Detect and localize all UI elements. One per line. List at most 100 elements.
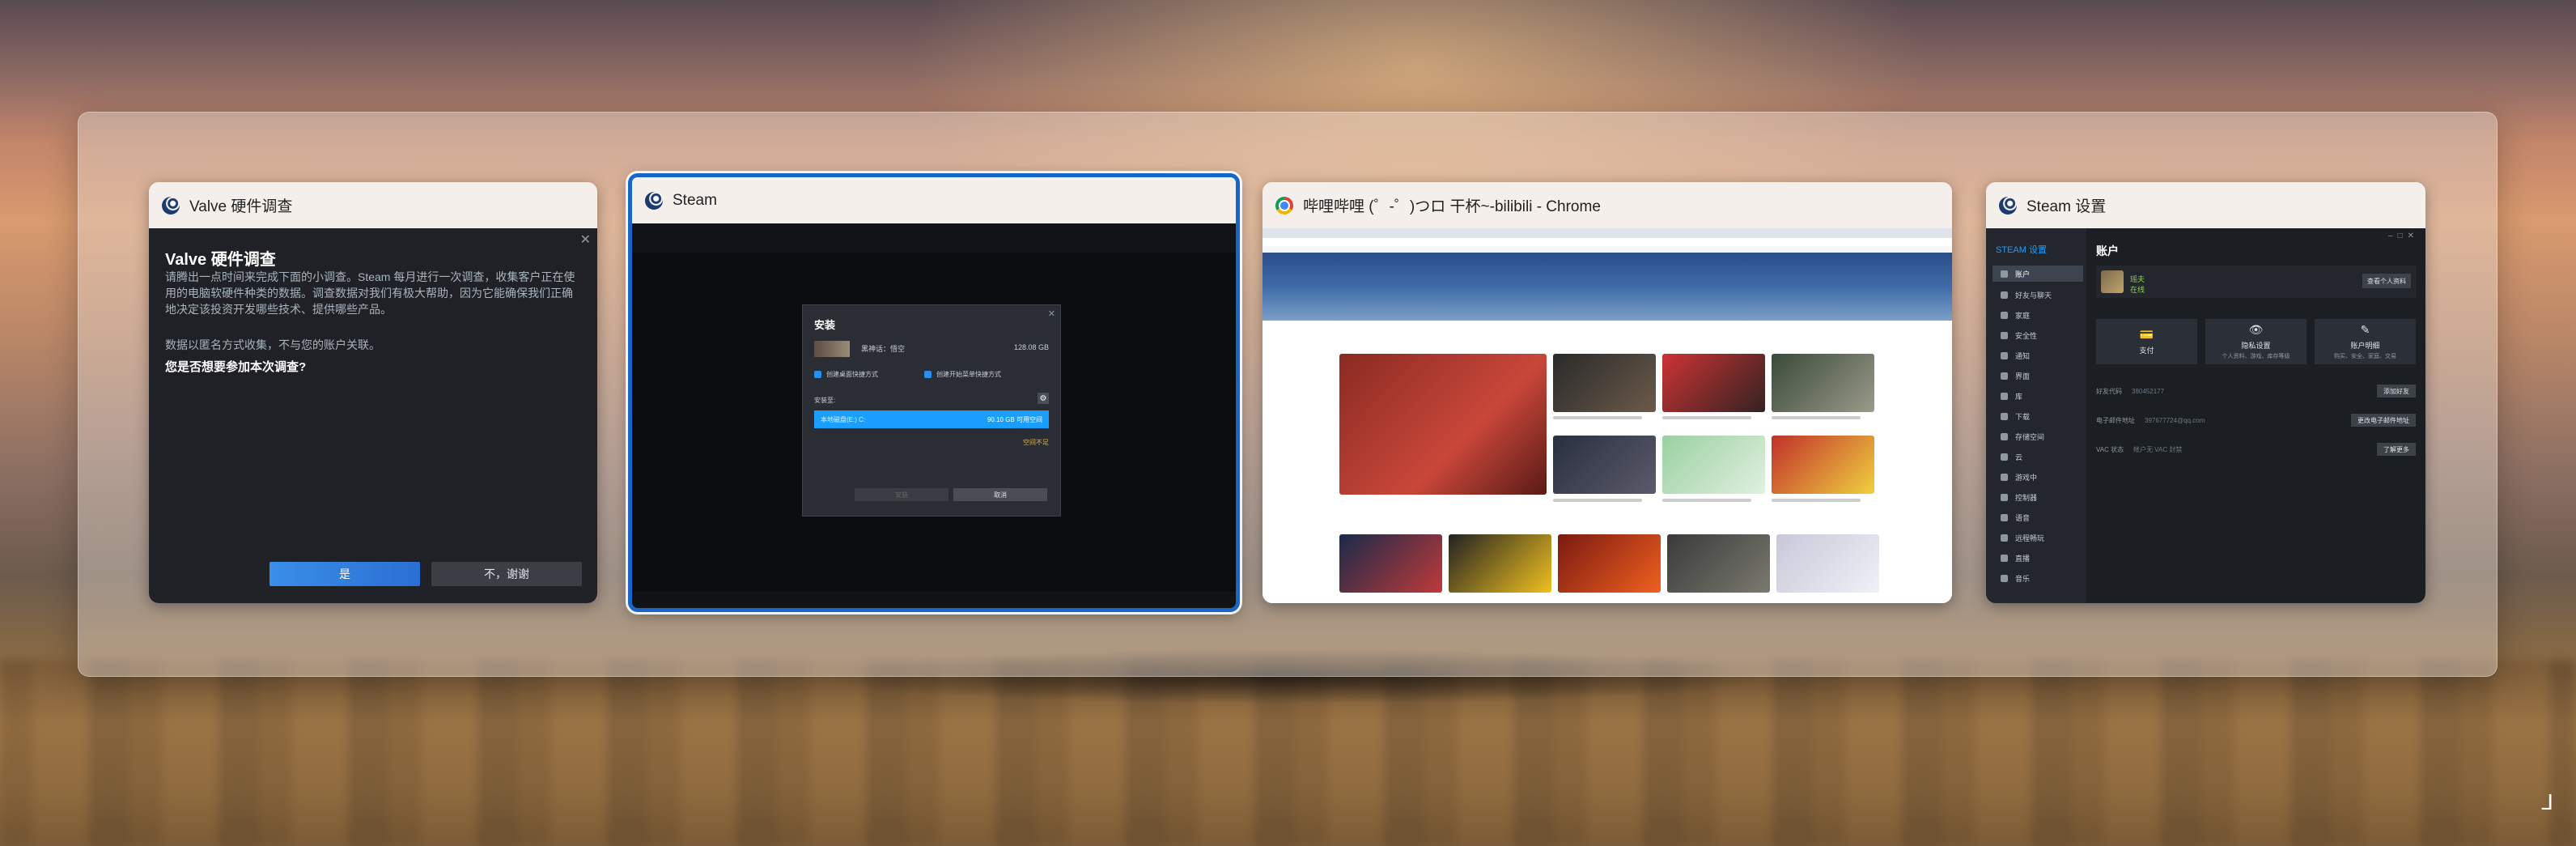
survey-anonymous-note: 数据以匿名方式收集，不与您的账户关联。	[165, 338, 380, 351]
survey-heading: Valve 硬件调查	[165, 251, 276, 269]
card-icon: 💳	[2139, 328, 2154, 341]
corner-glyph: ⅃	[2541, 790, 2554, 814]
game-name: 黑神话：悟空	[861, 345, 906, 353]
tile-sub: 购买、安全、家庭、交易	[2334, 354, 2396, 359]
drive-select[interactable]: 本地磁盘(E:) C: 90.10 GB 可用空间	[814, 410, 1049, 428]
video-thumbnail[interactable]	[1553, 354, 1656, 412]
sidebar-item-library[interactable]: 库	[1992, 388, 2083, 404]
window-titlebar[interactable]: Valve 硬件调查	[149, 182, 597, 228]
sidebar-item-family[interactable]: 家庭	[1992, 307, 2083, 323]
window-title: 哔哩哔哩 (゜-゜)つロ 干杯~-bilibili - Chrome	[1303, 198, 1601, 215]
add-friend-button[interactable]: 添加好友	[2377, 385, 2416, 397]
sidebar-item-friends[interactable]: 好友与聊天	[1992, 287, 2083, 303]
video-caption	[1662, 499, 1751, 502]
gear-icon[interactable]: ⚙	[1038, 393, 1049, 404]
video-thumbnail[interactable]	[1772, 354, 1874, 412]
video-thumbnail[interactable]	[1553, 436, 1656, 494]
sidebar-item-music[interactable]: 音乐	[1992, 570, 2083, 586]
steam-icon	[1999, 196, 2017, 215]
privacy-tile[interactable]: 👁 隐私设置 个人资料、游戏、库存等级	[2205, 319, 2307, 364]
window-titlebar[interactable]: 哔哩哔哩 (゜-゜)つロ 干杯~-bilibili - Chrome	[1263, 182, 1952, 228]
change-email-button[interactable]: 更改电子邮件地址	[2351, 414, 2416, 427]
steam-bottombar	[632, 592, 1236, 608]
window-steam[interactable]: Steam ✕ 安装 黑神话：悟空 128.08 GB 创建桌面快捷方式 创建开…	[628, 173, 1240, 612]
sidebar-item-interface[interactable]: 界面	[1992, 368, 2083, 384]
window-titlebar[interactable]: Steam	[632, 177, 1236, 223]
featured-video-thumbnail[interactable]	[1339, 354, 1547, 495]
browser-tab-strip[interactable]	[1263, 228, 1952, 238]
window-title: Valve 硬件调查	[189, 198, 293, 215]
video-thumbnail[interactable]	[1449, 534, 1551, 593]
install-location-label: 安装至:	[814, 397, 836, 404]
start-menu-shortcut-checkbox[interactable]: 创建开始菜单快捷方式	[924, 370, 1001, 379]
checkbox-checked-icon	[924, 371, 932, 378]
install-button[interactable]: 安装	[855, 488, 948, 501]
video-thumbnail[interactable]	[1662, 436, 1765, 494]
sidebar-item-ingame[interactable]: 游戏中	[1992, 469, 2083, 485]
profile-name: 瑶夫 在线	[2130, 274, 2145, 295]
cancel-button[interactable]: 取消	[953, 488, 1047, 501]
account-tiles: 💳 支付 👁 隐私设置 个人资料、游戏、库存等级 ✎ 账户明细 购买、安全、家庭…	[2096, 319, 2416, 364]
sidebar-item-broadcast[interactable]: 直播	[1992, 550, 2083, 566]
window-chrome-bilibili[interactable]: 哔哩哔哩 (゜-゜)つロ 干杯~-bilibili - Chrome	[1263, 182, 1952, 603]
steam-icon	[645, 191, 663, 210]
row-value: 397677724@qq.com	[2145, 416, 2205, 424]
section-title: 账户	[2096, 244, 2119, 257]
profile-card: 瑶夫 在线 查看个人资料	[2096, 266, 2416, 298]
close-icon[interactable]: ✕	[580, 232, 591, 248]
sidebar-item-storage[interactable]: 存储空间	[1992, 428, 2083, 444]
avatar	[2101, 270, 2124, 293]
row-label: 电子邮件地址	[2096, 416, 2135, 424]
chrome-icon	[1275, 196, 1293, 215]
pencil-icon: ✎	[2360, 323, 2370, 336]
sidebar-item-voice[interactable]: 语音	[1992, 509, 2083, 525]
sidebar-item-account[interactable]: 账户	[1992, 266, 2083, 282]
video-thumbnail[interactable]	[1558, 534, 1661, 593]
video-thumbnail[interactable]	[1339, 534, 1442, 593]
eye-icon: 👁	[2248, 323, 2264, 336]
account-details-tile[interactable]: ✎ 账户明细 购买、安全、家庭、交易	[2315, 319, 2416, 364]
video-caption	[1553, 499, 1642, 502]
settings-main: –□✕ 账户 瑶夫 在线 查看个人资料 💳 支付 👁 隐私设置 个人资料、游戏、…	[2086, 228, 2425, 603]
tile-label: 账户明细	[2350, 342, 2380, 350]
window-steam-settings[interactable]: Steam 设置 STEAM 设置 账户 好友与聊天 家庭 安全性 通知 界面 …	[1986, 182, 2425, 603]
learn-more-button[interactable]: 了解更多	[2377, 443, 2416, 456]
tile-sub: 个人资料、游戏、库存等级	[2222, 354, 2290, 359]
sidebar-item-remote-play[interactable]: 远程畅玩	[1992, 529, 2083, 546]
desktop-shortcut-checkbox[interactable]: 创建桌面快捷方式	[814, 370, 878, 379]
vac-status-row: VAC 状态 帐户无 VAC 封禁 了解更多	[2096, 440, 2416, 458]
window-controls[interactable]: –□✕	[2388, 232, 2419, 240]
sidebar-item-notifications[interactable]: 通知	[1992, 347, 2083, 363]
survey-content: ✕ Valve 硬件调查 请腾出一点时间来完成下面的小调查。Steam 每月进行…	[149, 228, 597, 603]
bilibili-banner	[1263, 253, 1952, 321]
row-value: 380452177	[2132, 387, 2165, 395]
bookmarks-bar[interactable]	[1263, 246, 1952, 253]
view-profile-button[interactable]: 查看个人资料	[2362, 274, 2411, 288]
video-thumbnail[interactable]	[1772, 436, 1874, 494]
game-thumbnail	[814, 341, 850, 357]
bilibili-category-nav[interactable]	[1263, 321, 1952, 350]
sidebar-item-security[interactable]: 安全性	[1992, 327, 2083, 343]
sidebar-item-downloads[interactable]: 下载	[1992, 408, 2083, 424]
close-icon[interactable]: ✕	[1048, 308, 1055, 319]
settings-sidebar-title: STEAM 设置	[1996, 245, 2047, 255]
video-caption	[1772, 416, 1861, 419]
survey-no-button[interactable]: 不，谢谢	[431, 562, 582, 586]
sidebar-item-cloud[interactable]: 云	[1992, 449, 2083, 465]
window-valve-survey[interactable]: Valve 硬件调查 ✕ Valve 硬件调查 请腾出一点时间来完成下面的小调查…	[149, 182, 597, 603]
video-caption	[1772, 499, 1861, 502]
checkbox-label: 创建桌面快捷方式	[826, 371, 878, 378]
window-titlebar[interactable]: Steam 设置	[1986, 182, 2425, 228]
video-thumbnail[interactable]	[1662, 354, 1765, 412]
row-value: 帐户无 VAC 封禁	[2133, 445, 2183, 453]
steam-topbar	[632, 223, 1236, 253]
tile-label: 支付	[2139, 346, 2154, 355]
video-caption	[1553, 416, 1642, 419]
payment-tile[interactable]: 💳 支付	[2096, 319, 2197, 364]
sidebar-item-controller[interactable]: 控制器	[1992, 489, 2083, 505]
drive-label: 本地磁盘(E:) C:	[821, 415, 866, 423]
survey-question: 您是否想要参加本次调查?	[165, 360, 307, 374]
video-thumbnail[interactable]	[1776, 534, 1879, 593]
survey-yes-button[interactable]: 是	[269, 562, 420, 586]
video-thumbnail[interactable]	[1667, 534, 1770, 593]
